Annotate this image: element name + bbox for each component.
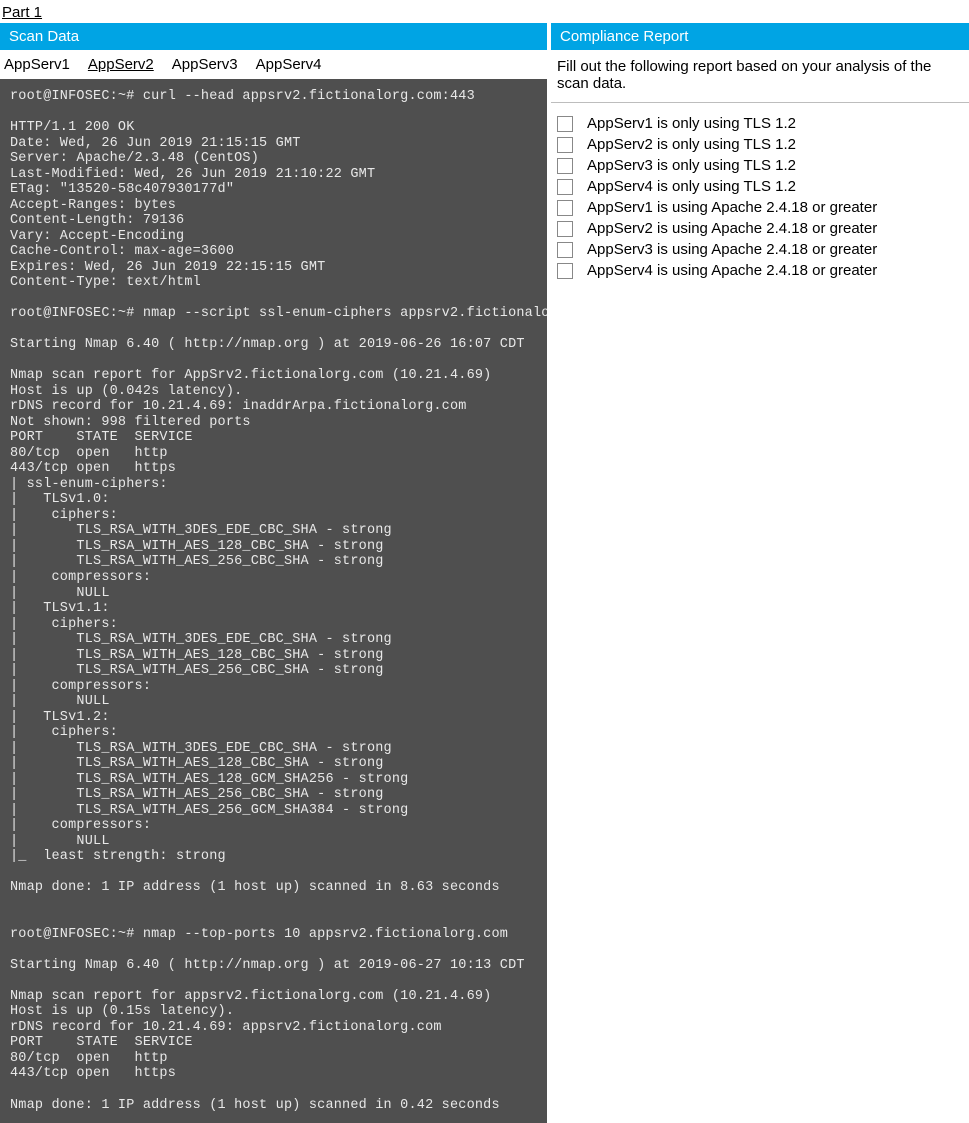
checkbox-label: AppServ1 is only using TLS 1.2 xyxy=(587,115,796,132)
checkbox-appserv2-apache[interactable] xyxy=(557,221,573,237)
checkbox-appserv1-apache[interactable] xyxy=(557,200,573,216)
tab-appserv2[interactable]: AppServ2 xyxy=(88,56,154,73)
checkbox-label: AppServ4 is only using TLS 1.2 xyxy=(587,178,796,195)
checkbox-appserv4-apache[interactable] xyxy=(557,263,573,279)
checkbox-appserv3-tls[interactable] xyxy=(557,158,573,174)
checkbox-appserv1-tls[interactable] xyxy=(557,116,573,132)
list-item: AppServ3 is only using TLS 1.2 xyxy=(557,155,963,176)
checkbox-label: AppServ3 is only using TLS 1.2 xyxy=(587,157,796,174)
compliance-checklist: AppServ1 is only using TLS 1.2 AppServ2 … xyxy=(551,103,969,291)
server-tabs: AppServ1 AppServ2 AppServ3 AppServ4 xyxy=(0,50,547,79)
scan-data-header: Scan Data xyxy=(0,23,547,50)
checkbox-appserv2-tls[interactable] xyxy=(557,137,573,153)
terminal-output: root@INFOSEC:~# curl --head appsrv2.fict… xyxy=(0,79,547,1123)
compliance-header: Compliance Report xyxy=(551,23,969,50)
list-item: AppServ1 is using Apache 2.4.18 or great… xyxy=(557,197,963,218)
list-item: AppServ2 is only using TLS 1.2 xyxy=(557,134,963,155)
list-item: AppServ4 is using Apache 2.4.18 or great… xyxy=(557,260,963,281)
tab-appserv3[interactable]: AppServ3 xyxy=(172,56,238,73)
list-item: AppServ1 is only using TLS 1.2 xyxy=(557,113,963,134)
checkbox-label: AppServ3 is using Apache 2.4.18 or great… xyxy=(587,241,877,258)
checkbox-appserv3-apache[interactable] xyxy=(557,242,573,258)
main-container: Scan Data AppServ1 AppServ2 AppServ3 App… xyxy=(0,23,969,1123)
list-item: AppServ3 is using Apache 2.4.18 or great… xyxy=(557,239,963,260)
tab-appserv4[interactable]: AppServ4 xyxy=(256,56,322,73)
checkbox-label: AppServ1 is using Apache 2.4.18 or great… xyxy=(587,199,877,216)
checkbox-label: AppServ2 is using Apache 2.4.18 or great… xyxy=(587,220,877,237)
checkbox-appserv4-tls[interactable] xyxy=(557,179,573,195)
scan-data-panel: Scan Data AppServ1 AppServ2 AppServ3 App… xyxy=(0,23,547,1123)
checkbox-label: AppServ4 is using Apache 2.4.18 or great… xyxy=(587,262,877,279)
compliance-panel: Compliance Report Fill out the following… xyxy=(551,23,969,1123)
list-item: AppServ4 is only using TLS 1.2 xyxy=(557,176,963,197)
part-link[interactable]: Part 1 xyxy=(0,0,44,23)
compliance-instruction: Fill out the following report based on y… xyxy=(551,50,969,103)
checkbox-label: AppServ2 is only using TLS 1.2 xyxy=(587,136,796,153)
tab-appserv1[interactable]: AppServ1 xyxy=(4,56,70,73)
list-item: AppServ2 is using Apache 2.4.18 or great… xyxy=(557,218,963,239)
